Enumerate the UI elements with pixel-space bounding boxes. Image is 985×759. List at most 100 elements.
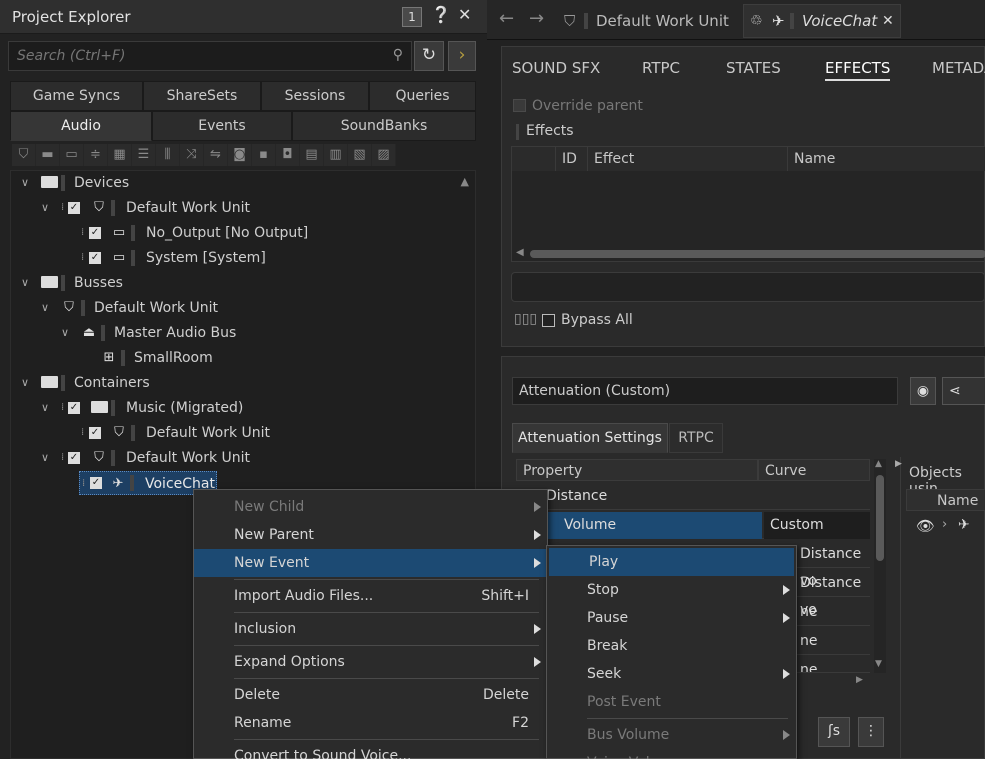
- submenu-item-break[interactable]: Break: [547, 632, 796, 660]
- include-checkbox[interactable]: ✓: [89, 227, 101, 239]
- menu-item-rename[interactable]: Rename F2: [194, 709, 547, 737]
- submenu-item-stop[interactable]: Stop: [547, 576, 796, 604]
- tab-default-work-unit[interactable]: ⛉ Default Work Unit: [555, 4, 741, 38]
- folder-open-icon[interactable]: ▭: [60, 144, 84, 166]
- menu-item-inclusion[interactable]: Inclusion: [194, 615, 547, 643]
- tab-voicechat[interactable]: ♲ ✈ VoiceChat ✕: [743, 4, 901, 38]
- track-icon[interactable]: ▥: [324, 144, 348, 166]
- curve-type-button[interactable]: ʃs: [818, 717, 850, 747]
- chevron-down-icon[interactable]: ∨: [41, 196, 49, 220]
- palette-icon[interactable]: ◉: [910, 377, 936, 405]
- music-icon[interactable]: ▤: [300, 144, 324, 166]
- submenu-item-seek[interactable]: Seek: [547, 660, 796, 688]
- layout-badge[interactable]: 1: [402, 7, 422, 27]
- tab-audio[interactable]: Audio: [10, 111, 152, 141]
- col-property[interactable]: Property: [516, 459, 758, 481]
- grid-icon[interactable]: ▦: [108, 144, 132, 166]
- submenu-item-voice-volume[interactable]: Voice Volume: [547, 749, 796, 759]
- include-checkbox[interactable]: ✓: [68, 202, 80, 214]
- col-effect[interactable]: Effect: [588, 147, 788, 171]
- tab-soundbanks[interactable]: SoundBanks: [292, 111, 476, 141]
- tab-effects[interactable]: EFFECTS: [825, 59, 891, 81]
- blend-icon[interactable]: ◙: [228, 144, 252, 166]
- sequence-icon[interactable]: ⫼: [156, 144, 180, 166]
- attenuation-field[interactable]: Attenuation (Custom): [512, 377, 898, 405]
- menu-item-delete[interactable]: Delete Delete: [194, 681, 547, 709]
- sync-button[interactable]: ↻: [414, 41, 444, 71]
- tab-attenuation-settings[interactable]: Attenuation Settings: [512, 423, 668, 453]
- search-input[interactable]: [9, 42, 411, 70]
- tab-rtpc[interactable]: RTPC: [642, 59, 680, 77]
- expand-arrow-button[interactable]: ›: [448, 41, 476, 71]
- chevron-down-icon[interactable]: ∨: [41, 396, 49, 420]
- tab-att-rtpc[interactable]: RTPC: [669, 423, 723, 453]
- menu-item-import-audio[interactable]: Import Audio Files... Shift+I: [194, 582, 547, 610]
- include-checkbox[interactable]: ✓: [90, 477, 102, 489]
- more-options-icon[interactable]: ⋮: [858, 717, 884, 747]
- voice-icon[interactable]: ◘: [276, 144, 300, 166]
- tab-queries[interactable]: Queries: [369, 81, 476, 111]
- eye-icon[interactable]: 👁: [916, 517, 935, 535]
- submenu-item-post-event[interactable]: Post Event: [547, 688, 796, 716]
- override-parent-checkbox[interactable]: [513, 99, 526, 112]
- close-icon[interactable]: ✕: [882, 5, 894, 37]
- include-checkbox[interactable]: ✓: [68, 402, 80, 414]
- tab-metadata[interactable]: METADA: [932, 59, 985, 77]
- forward-arrow-icon[interactable]: →: [529, 8, 544, 29]
- random-icon[interactable]: ⤨: [180, 144, 204, 166]
- segment-icon[interactable]: ▧: [348, 144, 372, 166]
- col-name[interactable]: Name: [906, 489, 985, 511]
- prop-row-volume[interactable]: Volume Custom: [516, 512, 870, 539]
- workunit-icon[interactable]: ⛉: [12, 144, 36, 166]
- tab-sharesets[interactable]: ShareSets: [143, 81, 261, 111]
- close-icon[interactable]: ✕: [458, 5, 471, 24]
- sound-icon[interactable]: ▪: [252, 144, 276, 166]
- col-curve[interactable]: Curve: [758, 459, 870, 481]
- horizontal-scrollbar[interactable]: [530, 250, 985, 258]
- scroll-left-icon[interactable]: ◀: [516, 247, 524, 258]
- folder-icon[interactable]: ▬: [36, 144, 60, 166]
- folder-icon: [41, 371, 58, 395]
- playlist-icon[interactable]: ▨: [372, 144, 396, 166]
- include-checkbox[interactable]: ✓: [89, 427, 101, 439]
- menu-item-convert-sound-voice[interactable]: Convert to Sound Voice...: [194, 742, 547, 759]
- menu-item-new-event[interactable]: New Event: [194, 549, 547, 577]
- tab-game-syncs[interactable]: Game Syncs: [10, 81, 143, 111]
- switch-icon[interactable]: ⇋: [204, 144, 228, 166]
- chevron-down-icon[interactable]: ∨: [61, 321, 69, 345]
- include-checkbox[interactable]: ✓: [89, 252, 101, 264]
- mixer-icon[interactable]: ≑: [84, 144, 108, 166]
- back-arrow-icon[interactable]: ←: [499, 8, 514, 29]
- prop-row-distance[interactable]: Distance: [516, 483, 870, 510]
- scroll-right-icon[interactable]: ▶: [856, 675, 863, 685]
- chevron-right-icon[interactable]: ▶: [895, 459, 902, 469]
- scroll-up-icon[interactable]: ▲: [461, 175, 469, 188]
- sound-voice-icon: ✈: [772, 12, 785, 30]
- menu-item-new-parent[interactable]: New Parent: [194, 521, 547, 549]
- list-icon[interactable]: ☰: [132, 144, 156, 166]
- chevron-down-icon[interactable]: ∨: [41, 446, 49, 470]
- menu-item-new-child[interactable]: New Child: [194, 493, 547, 521]
- share-icon[interactable]: ⋖: [942, 377, 985, 405]
- submenu-item-bus-volume[interactable]: Bus Volume: [547, 721, 796, 749]
- include-checkbox[interactable]: ✓: [68, 452, 80, 464]
- submenu-item-play[interactable]: Play: [549, 548, 794, 576]
- tab-events[interactable]: Events: [152, 111, 292, 141]
- col-id[interactable]: ID: [556, 147, 588, 171]
- tab-sessions[interactable]: Sessions: [261, 81, 369, 111]
- chevron-down-icon[interactable]: ∨: [21, 171, 29, 195]
- vertical-scrollbar[interactable]: ▲ ▼: [874, 459, 886, 673]
- tab-states[interactable]: STATES: [726, 59, 781, 77]
- effect-description-field[interactable]: [511, 272, 985, 302]
- bypass-all-checkbox[interactable]: [542, 314, 555, 327]
- col-name[interactable]: Name: [788, 147, 985, 171]
- chevron-right-icon[interactable]: ›: [942, 517, 947, 532]
- help-icon[interactable]: ❔: [431, 5, 451, 24]
- menu-item-expand-options[interactable]: Expand Options: [194, 648, 547, 676]
- chevron-down-icon[interactable]: ∨: [41, 296, 49, 320]
- wwise-window: Project Explorer 1 ❔ ✕ ⚲ ↻ › Game Syncs …: [0, 0, 985, 759]
- chevron-down-icon[interactable]: ∨: [21, 271, 29, 295]
- chevron-down-icon[interactable]: ∨: [21, 371, 29, 395]
- submenu-item-pause[interactable]: Pause: [547, 604, 796, 632]
- tab-sound-sfx[interactable]: SOUND SFX: [512, 59, 600, 77]
